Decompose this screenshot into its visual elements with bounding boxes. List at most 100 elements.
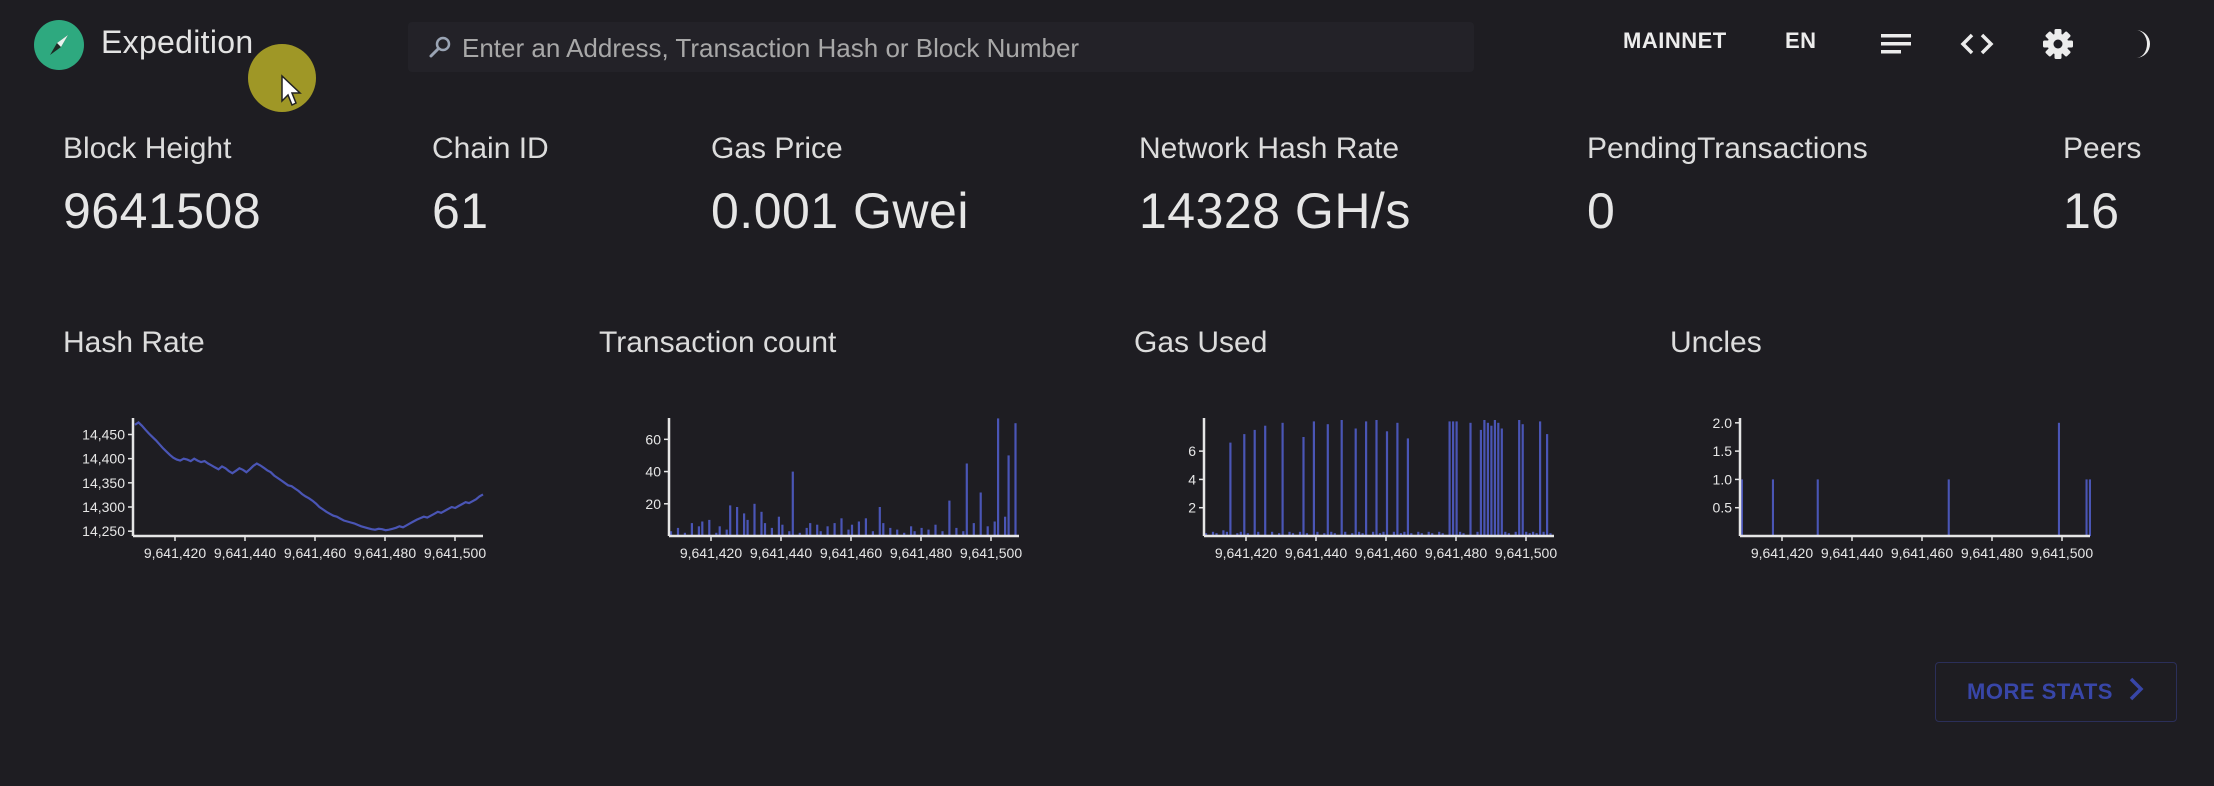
x-tick-label: 9,641,480	[354, 545, 416, 561]
bar	[972, 523, 975, 536]
compass-logo-icon[interactable]	[34, 20, 84, 70]
x-tick-label: 9,641,500	[2031, 545, 2093, 561]
search-bar[interactable]	[408, 22, 1474, 72]
bar	[1340, 420, 1343, 536]
bar	[791, 471, 794, 536]
bar	[826, 526, 829, 536]
bar	[1546, 434, 1549, 536]
y-tick-label: 14,450	[82, 427, 125, 443]
chart-title: Uncles	[1670, 326, 1762, 359]
bar	[743, 513, 746, 536]
x-tick-label: 9,641,500	[960, 545, 1022, 561]
series-line	[134, 420, 484, 532]
bar	[1497, 422, 1500, 536]
bar	[736, 507, 739, 536]
bar	[708, 519, 711, 536]
bar	[986, 526, 989, 536]
bar	[2057, 422, 2060, 536]
bar	[1385, 431, 1389, 536]
y-tick-label: 0.5	[1713, 500, 1733, 516]
stat-value: 0.001 Gwei	[711, 183, 969, 239]
bar	[1448, 421, 1451, 536]
bar	[1539, 421, 1542, 536]
x-tick-label: 9,641,440	[750, 545, 812, 561]
y-tick-label: 14,250	[82, 523, 125, 539]
bar	[701, 521, 704, 536]
bar	[948, 500, 951, 536]
chart-title: Transaction count	[599, 326, 837, 359]
hash-rate-chart-panel: Hash Rate 14,450 14,400 14,350 14,300 14,250…	[63, 326, 583, 586]
y-tick-label: 14,350	[82, 475, 125, 491]
bar	[864, 518, 867, 536]
search-input[interactable]	[460, 30, 1454, 66]
x-tick-label: 9,641,420	[1215, 545, 1277, 561]
bar	[934, 524, 937, 536]
y-tick-label: 4	[1188, 471, 1196, 487]
more-stats-button[interactable]: MORE STATS	[1935, 662, 2177, 722]
bar	[1500, 428, 1503, 536]
chart-title: Gas Used	[1134, 326, 1268, 359]
code-icon[interactable]	[1955, 22, 1999, 66]
bar	[857, 521, 860, 536]
uncles-chart: 2.0 1.5 1.0 0.5 9,641,420 9,641,440 9,641,460 9…	[1713, 415, 2094, 561]
stat-peers: Peers 16	[2063, 132, 2141, 240]
bar	[697, 526, 700, 536]
x-tick-label: 9,641,460	[284, 545, 346, 561]
bar	[1455, 421, 1458, 536]
more-stats-label: MORE STATS	[1967, 679, 2113, 704]
bar	[997, 418, 1000, 536]
x-tick-label: 9,641,440	[1821, 545, 1883, 561]
x-tick-label: 9,641,420	[1751, 545, 1813, 561]
bar	[1406, 438, 1409, 536]
y-tick-label: 1.5	[1713, 443, 1733, 459]
bar	[993, 521, 996, 536]
gas-used-chart: 6 4 2 9,641,420 9,641,440 9,641,460 9,641,480 9…	[1188, 418, 1557, 561]
uncles-chart-panel: Uncles 2.0 1.5 1.0 0.5 9,641,420 9,641,440 9,6…	[1670, 326, 2190, 586]
bar	[746, 519, 749, 536]
stat-pending-transactions: PendingTransactions 0	[1587, 132, 1868, 240]
bar	[1229, 442, 1232, 536]
bar	[1396, 422, 1399, 536]
stat-label: PendingTransactions	[1587, 132, 1868, 165]
x-tick-label: 9,641,460	[820, 545, 882, 561]
stat-value: 14328 GH/s	[1139, 183, 1411, 239]
app-root: Expedition MAINNET EN	[0, 0, 2214, 786]
network-selector[interactable]: MAINNET	[1623, 28, 1727, 54]
bar	[1483, 420, 1486, 536]
x-tick-label: 9,641,480	[1961, 545, 2023, 561]
bar	[1375, 420, 1378, 536]
bar	[816, 524, 819, 536]
moon-icon[interactable]	[2118, 22, 2162, 66]
bar	[1518, 420, 1521, 536]
bar	[1281, 422, 1284, 536]
search-icon	[428, 35, 452, 64]
stat-value: 9641508	[63, 183, 262, 239]
bar	[878, 507, 881, 536]
bar	[1469, 422, 1472, 536]
y-tick-label: 6	[1188, 443, 1196, 459]
bar	[763, 523, 767, 536]
stat-value: 61	[432, 183, 489, 239]
stat-gas-price: Gas Price 0.001 Gwei	[711, 132, 969, 240]
stat-label: Gas Price	[711, 132, 843, 165]
bar	[1947, 479, 1950, 536]
x-tick-label: 9,641,500	[1495, 545, 1557, 561]
bar	[2088, 479, 2091, 536]
bar	[1521, 424, 1524, 536]
bar	[1004, 516, 1007, 536]
x-tick-label: 9,641,420	[144, 545, 206, 561]
gear-icon[interactable]	[2036, 22, 2080, 66]
bar	[910, 526, 913, 536]
bar	[1312, 421, 1315, 536]
bar	[1479, 429, 1482, 536]
brand-name[interactable]: Expedition	[101, 24, 253, 61]
stat-block-height: Block Height 9641508	[63, 132, 261, 240]
menu-icon[interactable]	[1874, 22, 1918, 66]
bar	[690, 523, 693, 536]
y-tick-label: 40	[645, 464, 661, 480]
bar	[777, 516, 780, 536]
x-tick-label: 9,641,460	[1355, 545, 1417, 561]
bar	[1326, 424, 1329, 536]
bar	[729, 505, 732, 536]
language-selector[interactable]: EN	[1785, 28, 1817, 54]
